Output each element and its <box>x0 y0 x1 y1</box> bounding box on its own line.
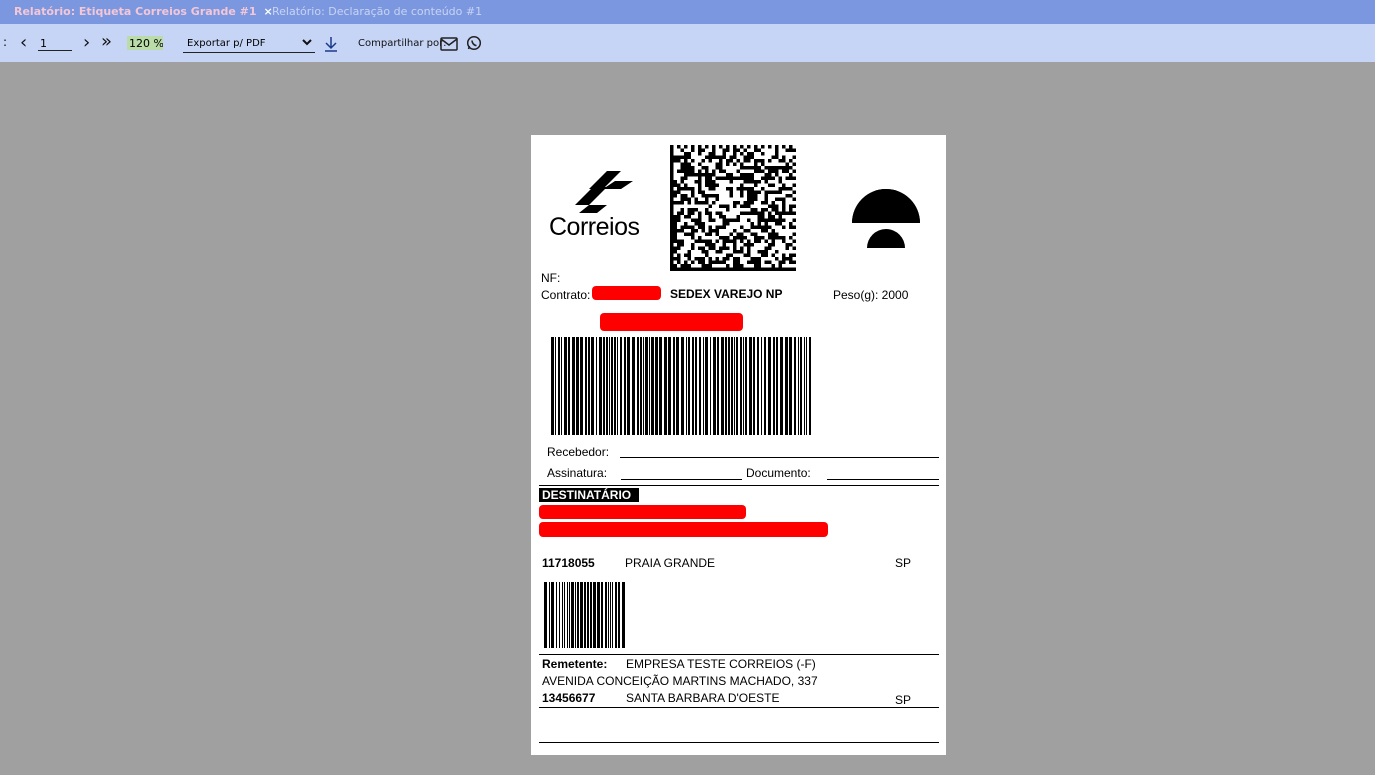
sender-name: EMPRESA TESTE CORREIOS (-F) <box>626 657 816 671</box>
sender-state: SP <box>895 693 912 707</box>
toolbar: : ‹ › » Exportar p/ PDF Compartilhar por… <box>0 24 1375 62</box>
correios-logo-text: Correios <box>549 213 640 241</box>
export-format-select[interactable]: Exportar p/ PDF <box>183 36 315 53</box>
tab-etiqueta[interactable]: Relatório: Etiqueta Correios Grande #1 × <box>14 5 273 18</box>
chevron-down-icon <box>301 37 313 50</box>
sender-address: AVENIDA CONCEIÇÃO MARTINS MACHADO, 337 <box>542 674 818 688</box>
tab-bar: Relatório: Etiqueta Correios Grande #1 × … <box>0 0 1375 24</box>
whatsapp-icon[interactable] <box>466 35 482 54</box>
cep-barcode <box>544 582 625 648</box>
recipient-cep: 11718055 <box>542 556 595 570</box>
email-icon[interactable] <box>440 37 458 54</box>
sender-bottom-line <box>539 707 939 708</box>
tab-declaracao[interactable]: Relatório: Declaração de conteúdo #1 <box>272 5 482 18</box>
sender-city: SANTA BARBARA D'OESTE <box>626 691 780 705</box>
shipping-label-page: Correios NF: Contrato: SEDEX VAREJO NP P… <box>531 135 946 755</box>
chevron-right-icon[interactable]: › <box>83 32 90 53</box>
receiver-label: Recebedor: <box>547 445 610 459</box>
tracking-barcode <box>551 337 811 435</box>
service-name: SEDEX VAREJO NP <box>670 287 783 301</box>
nf-label: NF: <box>541 271 561 285</box>
zoom-input[interactable] <box>127 36 163 50</box>
footer-line <box>539 742 939 743</box>
tracking-number-redaction <box>600 313 743 331</box>
sender-label: Remetente: <box>542 657 608 671</box>
recipient-state: SP <box>895 556 912 570</box>
signature-label: Assinatura: <box>547 466 608 480</box>
recipient-name-redaction <box>539 505 746 519</box>
double-chevron-right-icon[interactable]: » <box>101 31 112 52</box>
sender-cep: 13456677 <box>542 691 596 705</box>
document-label: Documento: <box>746 466 811 480</box>
share-label: Compartilhar por: <box>358 38 447 49</box>
tab-etiqueta-label: Relatório: Etiqueta Correios Grande #1 <box>14 5 257 18</box>
download-icon[interactable] <box>324 36 338 55</box>
datamatrix-code <box>670 145 796 271</box>
export-format-value: Exportar p/ PDF <box>187 38 266 49</box>
toolbar-overflow-icon[interactable]: : <box>3 35 7 49</box>
document-line <box>827 479 939 480</box>
recipient-address-redaction <box>539 522 828 537</box>
tab-declaracao-label: Relatório: Declaração de conteúdo #1 <box>272 5 483 18</box>
correios-logo: Correios <box>549 167 659 247</box>
separator-line <box>539 485 939 486</box>
recipient-city: PRAIA GRANDE <box>625 556 716 570</box>
sender-separator-line <box>539 654 939 655</box>
contract-redaction <box>592 286 661 300</box>
chevron-left-icon[interactable]: ‹ <box>20 32 27 53</box>
weight-label: Peso(g): 2000 <box>833 288 909 302</box>
service-symbol-icon <box>852 189 920 248</box>
recipient-header: DESTINATÁRIO <box>539 488 640 502</box>
signature-line <box>621 479 742 480</box>
contract-label: Contrato: <box>541 288 591 302</box>
page-number-input[interactable] <box>38 36 72 51</box>
receiver-line <box>620 457 939 458</box>
